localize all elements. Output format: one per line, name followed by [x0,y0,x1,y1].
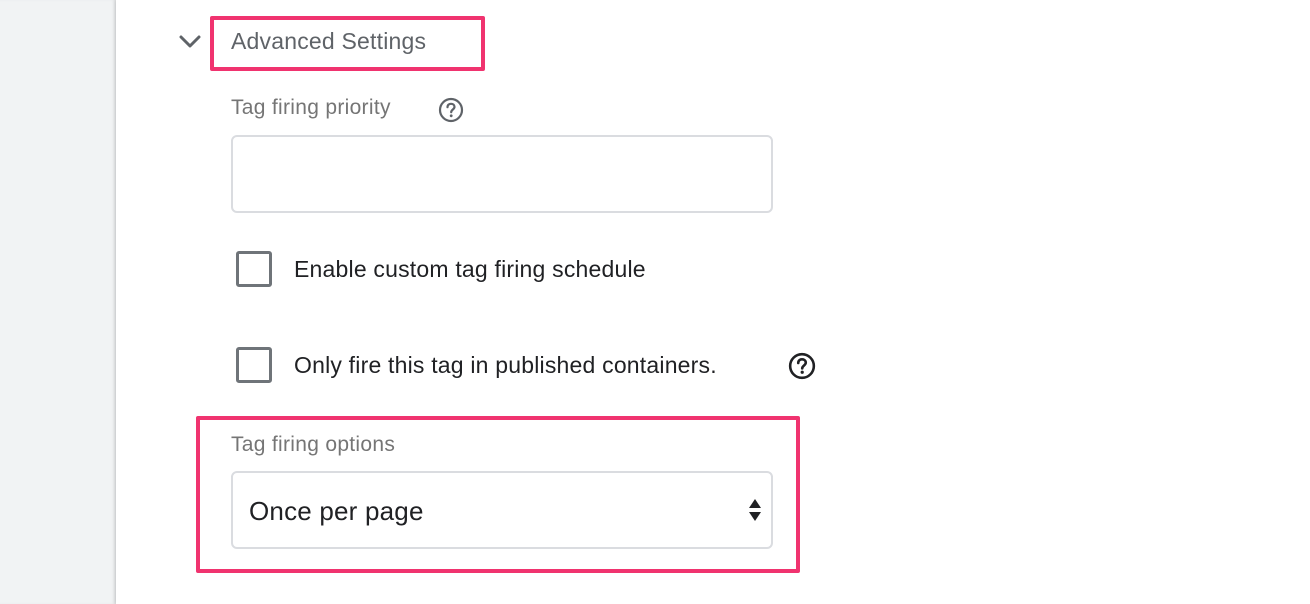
highlight-box-title [210,16,485,71]
priority-help-button[interactable] [437,96,465,124]
highlight-box-options [196,416,800,573]
published-checkbox-row[interactable]: Only fire this tag in published containe… [236,347,717,383]
help-circle-icon [438,97,464,123]
priority-input[interactable] [231,135,773,213]
left-rail [0,0,116,604]
page: Advanced Settings Tag firing priority En… [0,0,1310,604]
collapse-section-button[interactable] [176,28,204,56]
chevron-down-icon [179,35,201,48]
schedule-checkbox-row[interactable]: Enable custom tag firing schedule [236,251,646,287]
published-checkbox-label[interactable]: Only fire this tag in published containe… [294,352,717,379]
published-checkbox[interactable] [236,347,272,383]
published-help-button[interactable] [788,352,816,380]
help-circle-icon [788,352,816,380]
schedule-checkbox[interactable] [236,251,272,287]
schedule-checkbox-label[interactable]: Enable custom tag firing schedule [294,256,646,283]
priority-label: Tag firing priority [231,96,391,119]
